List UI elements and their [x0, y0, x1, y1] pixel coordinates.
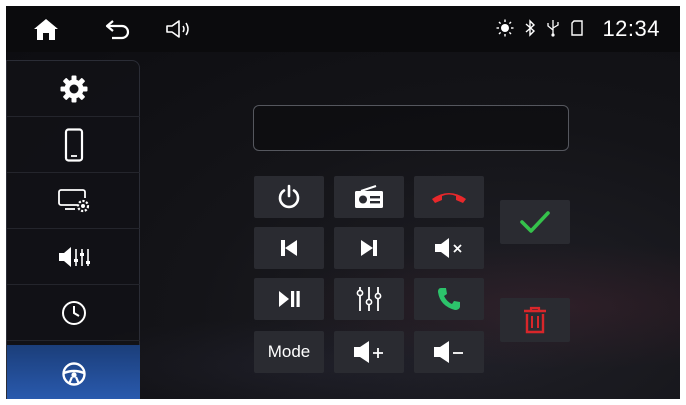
- radio-icon: [355, 185, 383, 208]
- power-icon: [278, 184, 300, 209]
- equalizer-button[interactable]: [334, 278, 404, 320]
- mute-button[interactable]: [414, 227, 484, 269]
- status-bar: 12:34: [6, 6, 680, 52]
- clock-icon: [61, 300, 86, 325]
- home-icon: [34, 19, 58, 40]
- sidebar-item-phone[interactable]: [7, 117, 140, 173]
- volume-icon: [166, 20, 189, 38]
- mode-button[interactable]: Mode: [254, 331, 324, 373]
- hang-up-icon: [432, 193, 466, 203]
- key-learning-display: [253, 105, 569, 151]
- delete-icon: [524, 306, 546, 334]
- mute-icon: [435, 238, 462, 258]
- brightness-icon: [496, 19, 514, 37]
- volume-up-button[interactable]: [334, 331, 404, 373]
- status-icons: [496, 19, 584, 37]
- audio-settings-icon: [58, 246, 90, 267]
- radio-button[interactable]: [334, 176, 404, 218]
- delete-button[interactable]: [500, 298, 570, 342]
- back-icon: [105, 20, 130, 40]
- phone-icon: [64, 127, 83, 162]
- power-button[interactable]: [254, 176, 324, 218]
- gear-icon: [60, 75, 87, 102]
- sidebar-item-general[interactable]: [7, 61, 140, 117]
- volume-down-icon: [434, 341, 463, 363]
- home-button[interactable]: [24, 6, 68, 52]
- next-track-icon: [361, 240, 377, 256]
- back-button[interactable]: [96, 6, 140, 52]
- answer-call-icon: [438, 288, 460, 310]
- bluetooth-icon: [525, 19, 536, 37]
- settings-sidebar: [6, 60, 140, 399]
- answer-call-button[interactable]: [414, 278, 484, 320]
- display-settings-icon: [57, 188, 89, 212]
- confirm-icon: [520, 211, 550, 233]
- volume-down-button[interactable]: [414, 331, 484, 373]
- previous-track-button[interactable]: [254, 227, 324, 269]
- hang-up-button[interactable]: [414, 176, 484, 218]
- head-unit-screen: 12:34 Mode: [6, 6, 680, 399]
- play-pause-icon: [279, 291, 300, 307]
- equalizer-icon: [356, 287, 382, 311]
- play-pause-button[interactable]: [254, 278, 324, 320]
- volume-button[interactable]: [160, 6, 200, 52]
- sd-card-icon: [571, 20, 583, 36]
- steering-wheel-icon: [61, 361, 86, 386]
- mode-label: Mode: [267, 342, 311, 361]
- previous-track-icon: [281, 240, 297, 256]
- clock: 12:34: [602, 16, 660, 41]
- volume-up-icon: [354, 341, 383, 363]
- confirm-button[interactable]: [500, 200, 570, 244]
- usb-icon: [547, 20, 559, 37]
- sidebar-item-time[interactable]: [7, 285, 140, 341]
- next-track-button[interactable]: [334, 227, 404, 269]
- sidebar-item-audio[interactable]: [7, 229, 140, 285]
- sidebar-item-display[interactable]: [7, 173, 140, 229]
- sidebar-item-steering-wheel[interactable]: [7, 345, 140, 399]
